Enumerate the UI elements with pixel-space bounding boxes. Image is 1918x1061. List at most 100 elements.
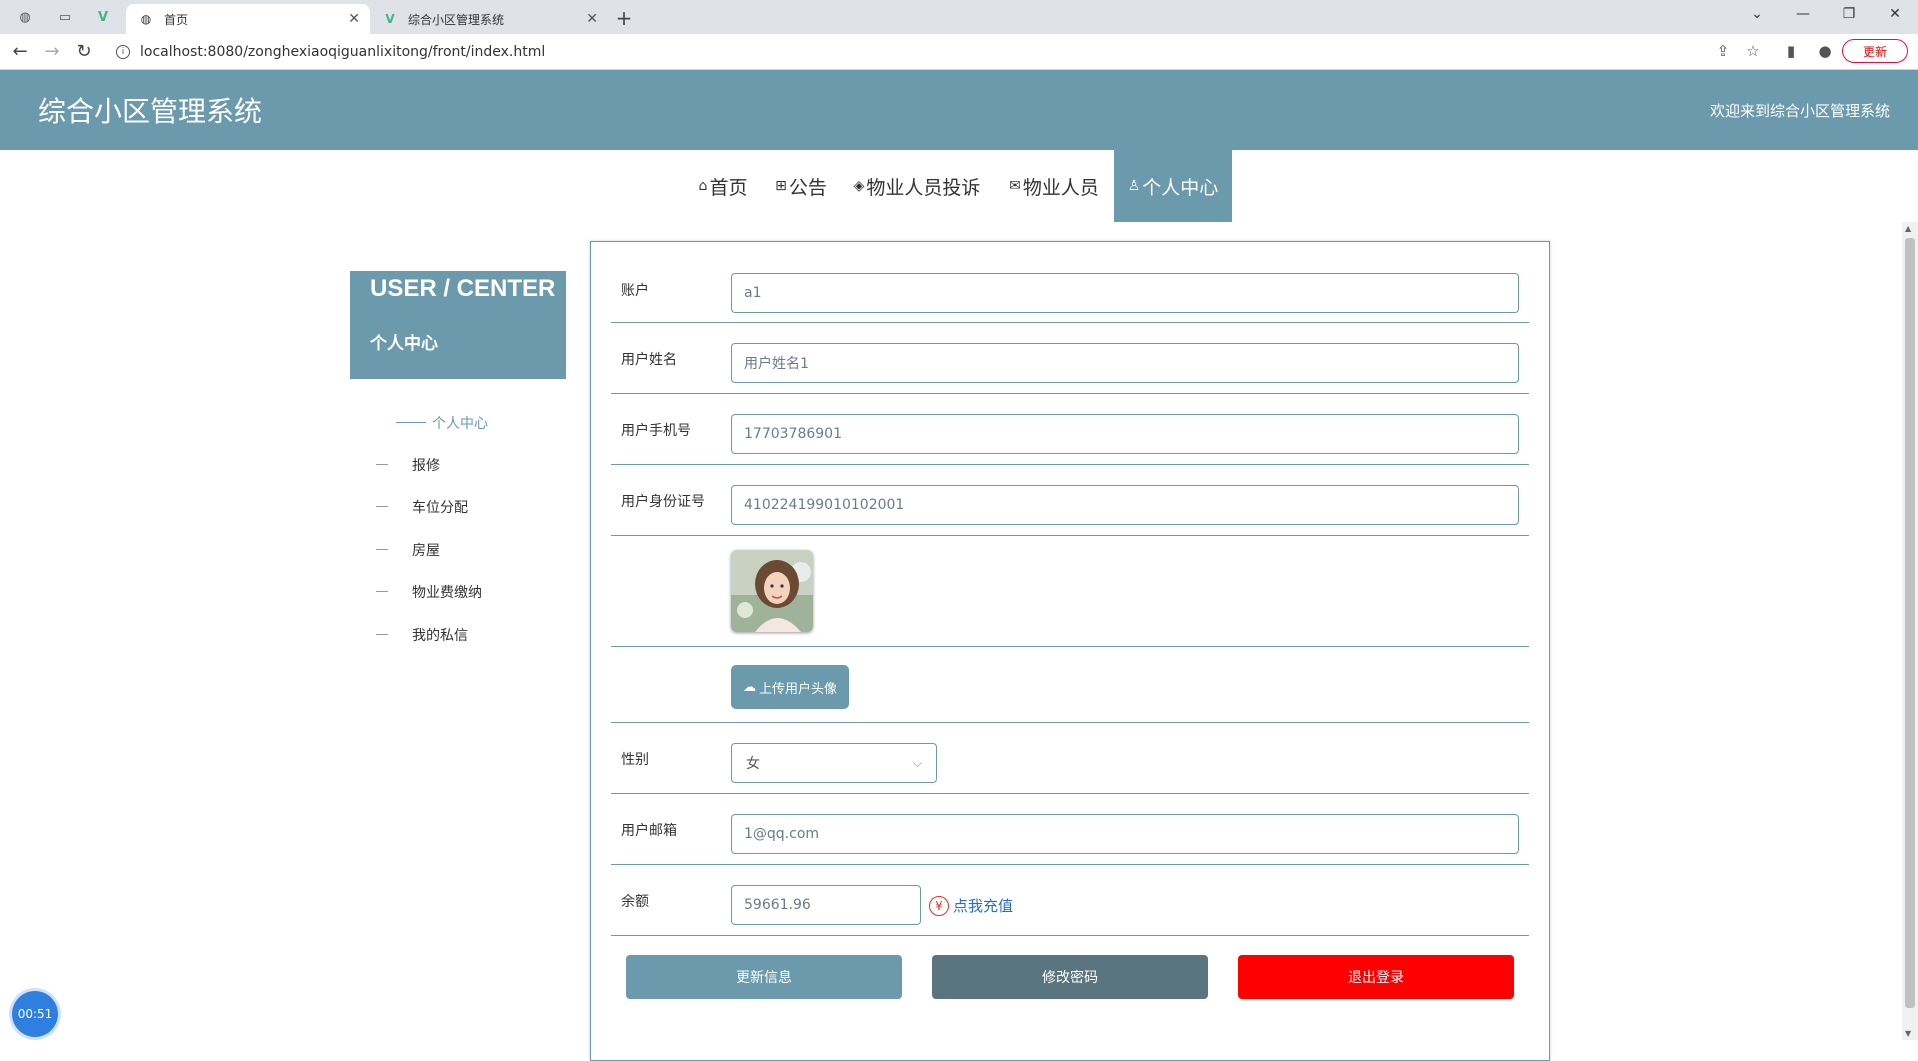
balance-input[interactable] — [731, 885, 921, 925]
new-tab-icon[interactable]: + — [614, 6, 634, 30]
sidebar-item-parking[interactable]: 车位分配 — [350, 494, 566, 536]
recharge-link[interactable]: ¥ 点我充值 — [929, 895, 1013, 916]
tab-home[interactable]: ◍ 首页 ✕ — [126, 4, 370, 34]
reload-icon[interactable]: ↻ — [72, 41, 96, 62]
nav-label: 物业人员 — [1022, 176, 1099, 199]
form-row-balance: 余额 ¥ 点我充值 — [611, 865, 1529, 936]
nav-item-complaint[interactable]: ◈ 物业人员投诉 — [846, 150, 988, 222]
back-icon[interactable]: ← — [8, 41, 32, 62]
upload-avatar-button[interactable]: ☁ 上传用户头像 — [731, 665, 849, 709]
dash-marker — [376, 591, 388, 592]
account-label: 账户 — [621, 283, 649, 299]
scroll-up-icon[interactable]: ▲ — [1905, 224, 1911, 233]
email-label: 用户邮箱 — [621, 823, 677, 839]
nav-item-user-center[interactable]: ♙ 个人中心 — [1114, 150, 1232, 222]
heading-en: USER / CENTER — [370, 275, 556, 302]
sidebar-item-repair[interactable]: 报修 — [350, 452, 566, 494]
nav-label: 个人中心 — [1142, 176, 1219, 199]
chevron-down-icon: ⌵ — [912, 755, 922, 770]
form-row-avatar — [611, 536, 1529, 647]
user-center-heading: USER / CENTER 个人中心 — [350, 271, 566, 379]
form-row-name: 用户姓名 — [611, 323, 1529, 394]
change-password-button[interactable]: 修改密码 — [932, 955, 1208, 999]
home-icon: ⌂ — [698, 178, 708, 194]
gender-select[interactable]: 女 ⌵ — [731, 743, 937, 783]
scroll-thumb[interactable] — [1905, 238, 1915, 1008]
dash-marker — [376, 464, 388, 465]
dash-marker — [376, 634, 388, 635]
name-input[interactable] — [731, 343, 1519, 383]
profile-form: 账户 用户姓名 用户手机号 用户身份证号 — [590, 241, 1550, 1061]
mail-icon: ✉ — [1009, 178, 1021, 194]
nav-item-staff[interactable]: ✉ 物业人员 — [1004, 150, 1104, 222]
id-card-input[interactable] — [731, 485, 1519, 525]
update-info-button[interactable]: 更新信息 — [626, 955, 902, 999]
yen-icon: ¥ — [929, 895, 949, 916]
url-text: localhost:8080/zonghexiaoqiguanlixitong/… — [140, 44, 546, 60]
dash-marker — [376, 506, 388, 507]
nav-label: 物业人员投诉 — [866, 176, 981, 199]
balance-label: 余额 — [621, 894, 649, 910]
form-row-phone: 用户手机号 — [611, 394, 1529, 465]
globe-icon: ◍ — [140, 12, 152, 26]
tab-system[interactable]: V 综合小区管理系统 ✕ — [370, 4, 608, 34]
close-window-icon[interactable]: ✕ — [1880, 6, 1910, 22]
page-scrollbar[interactable]: ▲ ▼ — [1902, 222, 1918, 1040]
address-bar: ← → ↻ i localhost:8080/zonghexiaoqiguanl… — [0, 34, 1918, 70]
forward-icon[interactable]: → — [40, 41, 64, 62]
recording-timer[interactable]: 00:51 — [12, 991, 58, 1037]
nav-label: 公告 — [788, 176, 827, 199]
avatar-photo — [731, 550, 813, 632]
sidebar-item-label: 个人中心 — [432, 416, 488, 432]
phone-label: 用户手机号 — [621, 423, 691, 439]
phone-input[interactable] — [731, 414, 1519, 454]
info-icon[interactable]: i — [116, 45, 130, 59]
vue-icon[interactable]: V — [88, 6, 118, 28]
sidebar-item-label: 物业费缴纳 — [412, 585, 482, 601]
main-nav: ⌂ 首页 ⊞ 公告 ◈ 物业人员投诉 ✉ 物业人员 ♙ 个人中心 — [0, 150, 1918, 222]
star-icon[interactable]: ☆ — [1742, 42, 1764, 60]
dash-marker — [376, 549, 388, 550]
site-header: 综合小区管理系统 欢迎来到综合小区管理系统 — [0, 70, 1918, 150]
avatar — [731, 550, 813, 632]
form-row-gender: 性别 女 ⌵ — [611, 723, 1529, 794]
sidebar-item-label: 车位分配 — [412, 500, 468, 516]
name-label: 用户姓名 — [621, 352, 677, 368]
sidebar-item-house[interactable]: 房屋 — [350, 537, 566, 579]
sidebar-item-user-center[interactable]: 个人中心 — [350, 410, 566, 452]
close-icon[interactable]: ✕ — [348, 11, 360, 27]
form-row-upload: ☁ 上传用户头像 — [611, 647, 1529, 723]
nav-item-home[interactable]: ⌂ 首页 — [690, 150, 756, 222]
user-icon: ♙ — [1127, 178, 1141, 194]
sidebar-item-fee[interactable]: 物业费缴纳 — [350, 579, 566, 621]
minimize-icon[interactable]: — — [1788, 6, 1818, 22]
logout-button[interactable]: 退出登录 — [1238, 955, 1514, 999]
close-icon[interactable]: ✕ — [586, 11, 598, 27]
form-row-account: 账户 — [611, 242, 1529, 323]
restore-icon[interactable]: ❐ — [1834, 6, 1864, 22]
browser-update-button[interactable]: 更新 — [1842, 39, 1908, 63]
email-input[interactable] — [731, 814, 1519, 854]
chevron-down-icon[interactable]: ⌄ — [1742, 6, 1772, 22]
tab-title: 综合小区管理系统 — [408, 12, 505, 27]
browser-tab-bar: ◍ ▭ V ◍ 首页 ✕ V 综合小区管理系统 ✕ + ⌄ — ❐ ✕ — [0, 0, 1918, 34]
upload-label: 上传用户头像 — [758, 681, 837, 697]
url-field[interactable]: i localhost:8080/zonghexiaoqiguanlixiton… — [108, 38, 1708, 66]
grid-icon: ⊞ — [775, 178, 787, 194]
recharge-label: 点我充值 — [953, 897, 1014, 915]
profile-icon[interactable]: ● — [1814, 42, 1836, 60]
globe-icon[interactable]: ◍ — [10, 6, 40, 28]
blank-tab-icon[interactable]: ▭ — [50, 6, 80, 28]
welcome-text: 欢迎来到综合小区管理系统 — [1709, 102, 1890, 120]
gender-value: 女 — [746, 756, 760, 772]
share-icon[interactable]: ⇪ — [1712, 42, 1734, 60]
sidepanel-icon[interactable]: ▮ — [1780, 42, 1802, 60]
nav-item-notice[interactable]: ⊞ 公告 — [770, 150, 832, 222]
scroll-down-icon[interactable]: ▼ — [1905, 1029, 1911, 1038]
form-row-email: 用户邮箱 — [611, 794, 1529, 865]
sidebar-item-messages[interactable]: 我的私信 — [350, 622, 566, 664]
nav-label: 首页 — [709, 176, 748, 199]
id-card-label: 用户身份证号 — [621, 494, 705, 510]
sidebar-item-label: 我的私信 — [412, 628, 468, 644]
account-input[interactable] — [731, 273, 1519, 313]
